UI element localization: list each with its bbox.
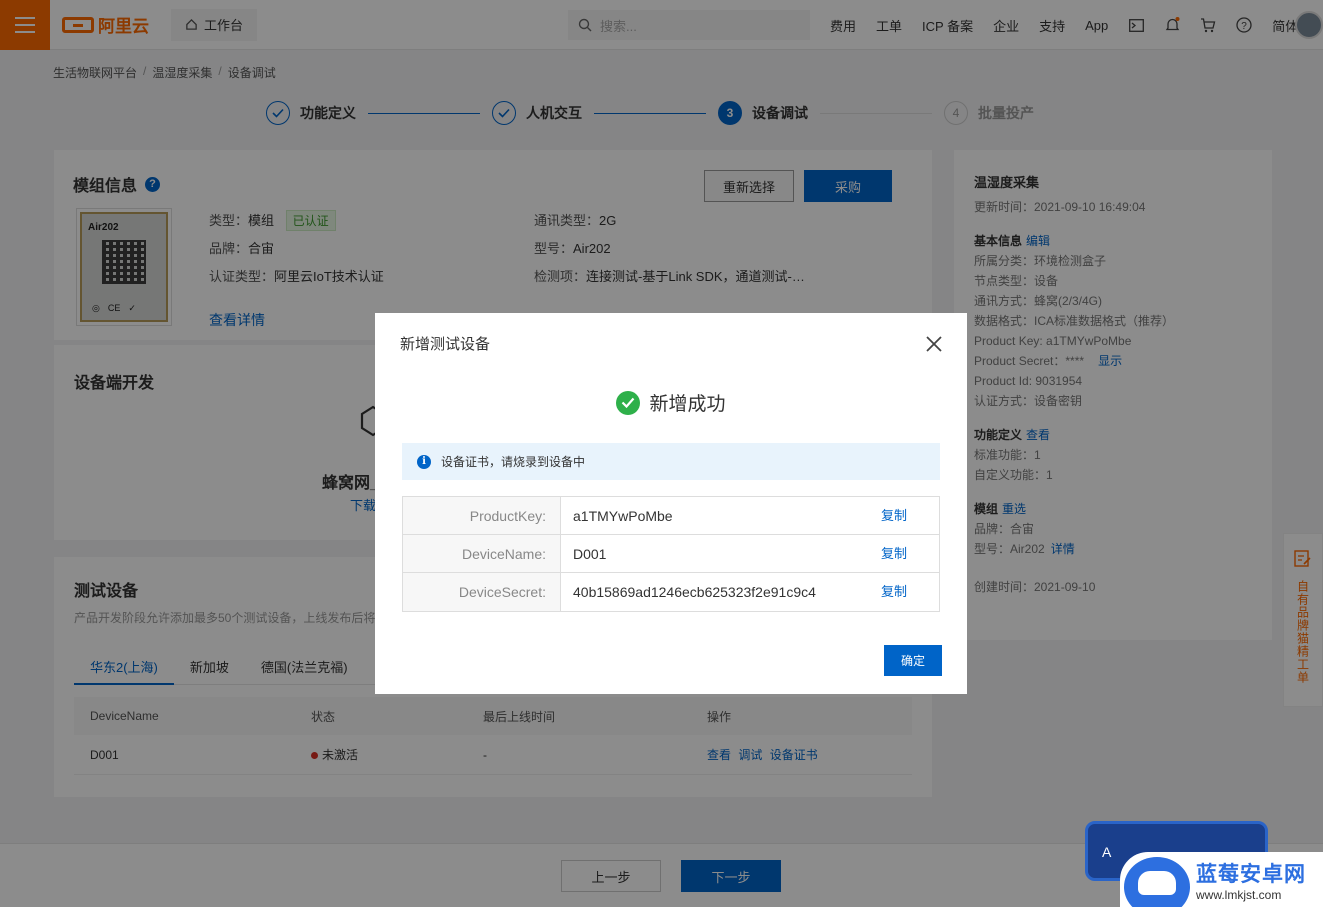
watermark-url: www.lmkjst.com — [1196, 887, 1282, 902]
success-check-icon — [616, 390, 641, 415]
cert-row-device-secret: DeviceSecret: 40b15869ad1246ecb625323f2e… — [403, 573, 939, 611]
cert-row-device-name: DeviceName: D001 复制 — [403, 535, 939, 573]
copy-device-name-button[interactable]: 复制 — [881, 535, 907, 573]
info-icon: i — [417, 454, 431, 469]
watermark-title: 蓝莓安卓网 — [1196, 862, 1306, 886]
product-key-value: a1TMYwPoMbe — [573, 508, 673, 524]
copy-product-key-button[interactable]: 复制 — [881, 497, 907, 535]
success-message: 新增成功 — [375, 389, 967, 416]
device-name-value: D001 — [573, 546, 607, 562]
site-watermark: 蓝莓安卓网 www.lmkjst.com — [1120, 852, 1323, 907]
cert-row-product-key: ProductKey: a1TMYwPoMbe 复制 — [403, 497, 939, 535]
device-cert-table: ProductKey: a1TMYwPoMbe 复制 DeviceName: D… — [402, 496, 940, 612]
copy-device-secret-button[interactable]: 复制 — [881, 573, 907, 611]
confirm-button[interactable]: 确定 — [884, 645, 942, 676]
dialog-title: 新增测试设备 — [400, 336, 491, 353]
cert-notice: i 设备证书，请烧录到设备中 — [402, 443, 940, 480]
close-icon[interactable] — [923, 333, 945, 355]
add-test-device-dialog: 新增测试设备 新增成功 i 设备证书，请烧录到设备中 ProductKey: a… — [375, 313, 967, 694]
android-logo-icon — [1124, 856, 1190, 907]
device-secret-value: 40b15869ad1246ecb625323f2e91c9c4 — [573, 584, 816, 600]
